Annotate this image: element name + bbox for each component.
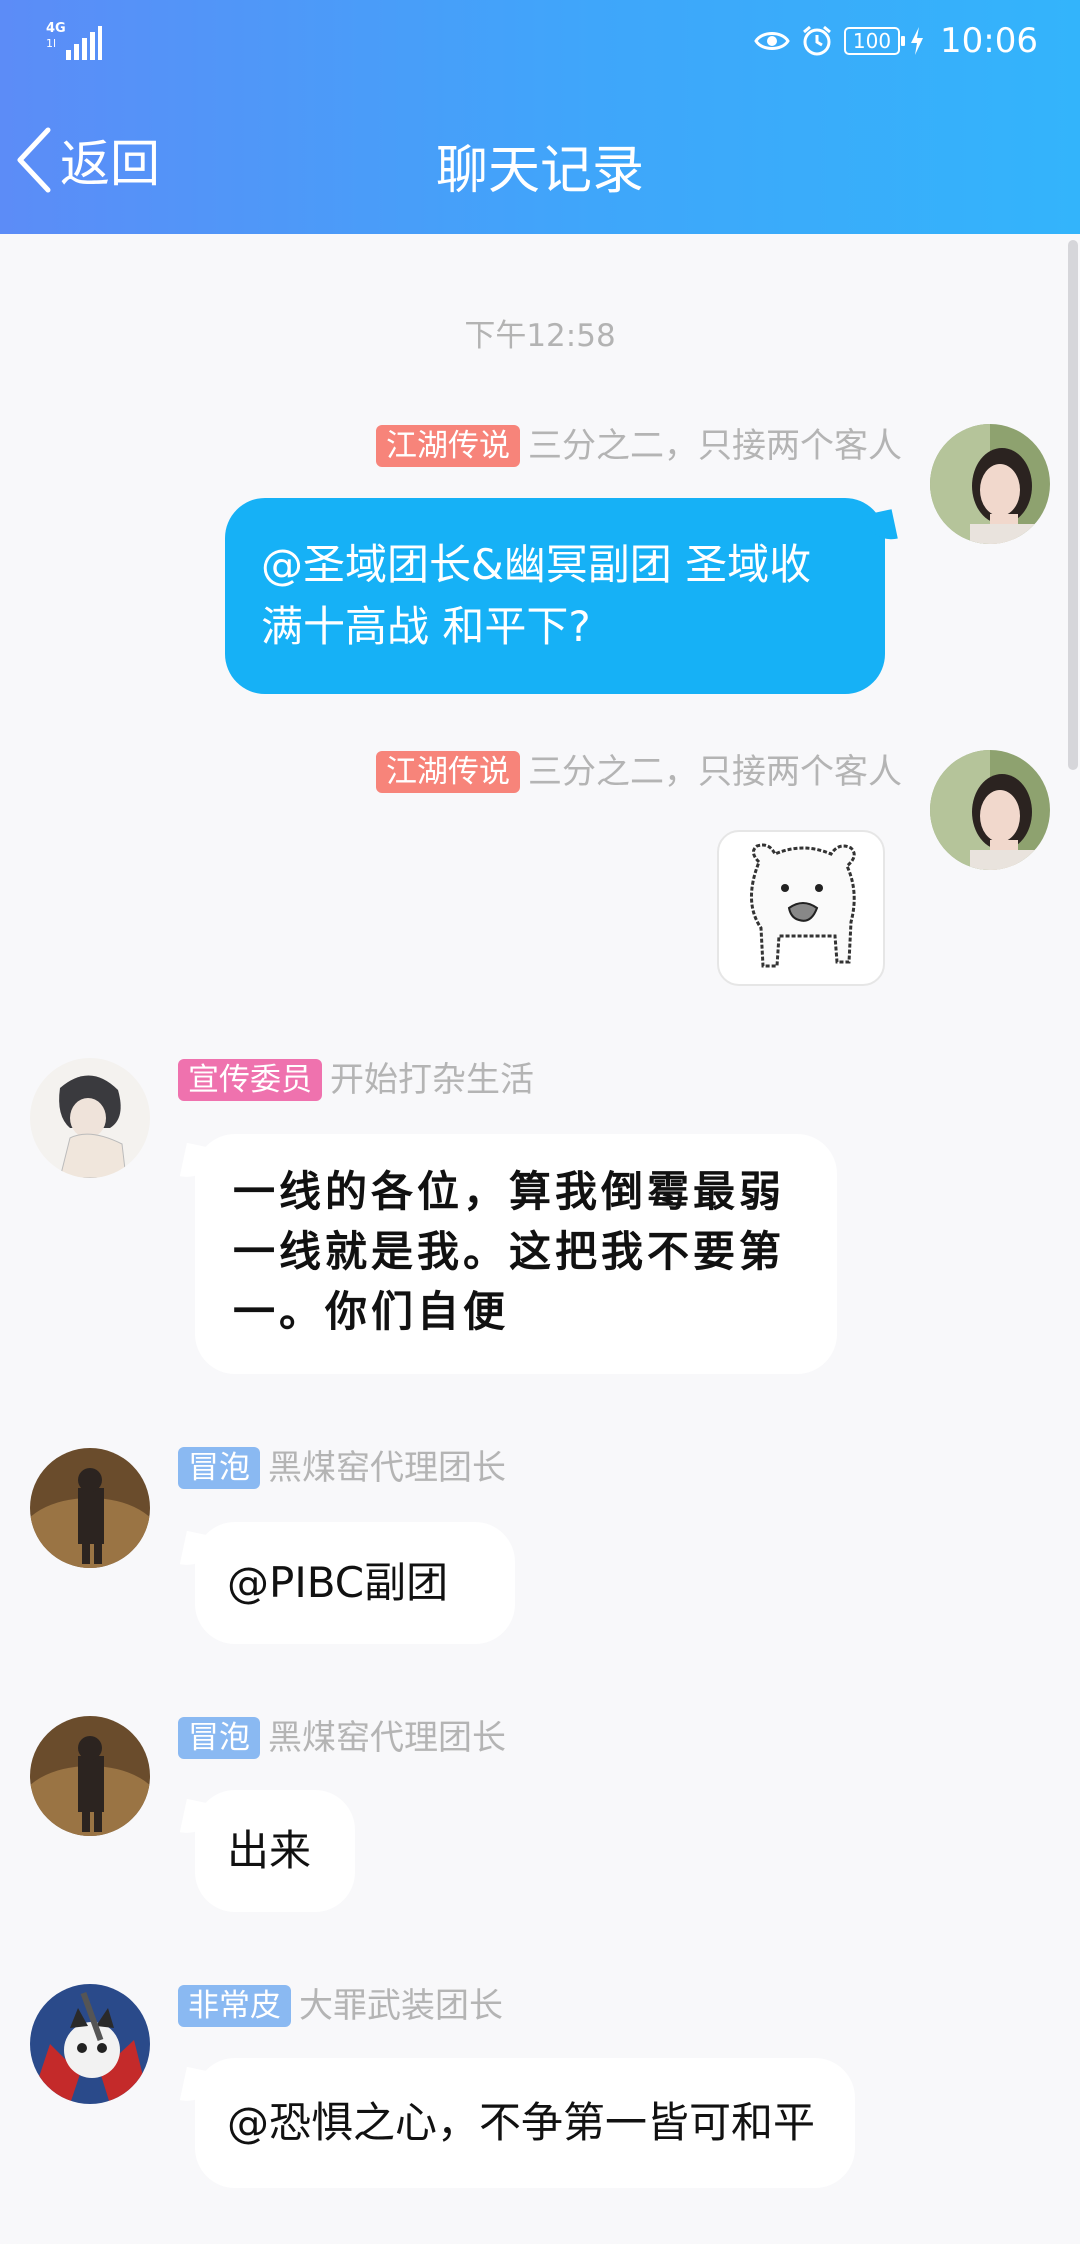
avatar[interactable] (30, 1984, 150, 2104)
page-title: 聊天记录 (435, 141, 644, 201)
bear-sticker[interactable] (717, 830, 885, 986)
message-bubble[interactable]: 出来 (195, 1790, 355, 1912)
sender-name: 开始打杂生活 (330, 1060, 534, 1100)
avatar[interactable] (930, 424, 1050, 544)
charging-icon (911, 27, 924, 55)
message-bubble[interactable]: @PIBC副团 (195, 1522, 515, 1644)
eye-icon (754, 32, 790, 50)
avatar[interactable] (930, 750, 1050, 870)
navigation-bar: 返回 聊天记录 (0, 100, 1080, 220)
avatar[interactable] (30, 1716, 150, 1836)
member-badge: 冒泡 (178, 1717, 260, 1759)
message-bubble[interactable]: 一线的各位，算我倒霉最弱一线就是我。这把我不要第一。你们自便 (195, 1134, 837, 1374)
alarm-icon (803, 25, 831, 56)
clock: 10:06 (940, 21, 1038, 61)
sender-name: 三分之二，只接两个客人 (528, 426, 902, 466)
sender-name: 黑煤窑代理团长 (268, 1448, 506, 1488)
message-bubble[interactable]: @恐惧之心，不争第一皆可和平 (195, 2058, 855, 2188)
signal-icon: 4G 1l (46, 22, 104, 60)
message-bubble[interactable]: @圣域团长&幽冥副团 圣域收满十高战 和平下? (225, 498, 885, 694)
sender-name: 三分之二，只接两个客人 (528, 752, 902, 792)
avatar[interactable] (30, 1058, 150, 1178)
chat-timestamp: 下午12:58 (464, 318, 616, 354)
sender-name: 大罪武装团长 (299, 1986, 503, 2026)
header-bar: 4G 1l 100 10:06 返回 聊天记录 (0, 0, 1080, 234)
battery-icon: 100 (844, 27, 906, 55)
member-badge: 非常皮 (178, 1985, 291, 2027)
member-badge: 冒泡 (178, 1447, 260, 1489)
member-badge: 江湖传说 (376, 751, 520, 793)
status-bar: 4G 1l 100 10:06 (0, 0, 1080, 80)
sender-name: 黑煤窑代理团长 (268, 1718, 506, 1758)
avatar[interactable] (30, 1448, 150, 1568)
member-badge: 江湖传说 (376, 425, 520, 467)
member-badge: 宣传委员 (178, 1059, 322, 1101)
